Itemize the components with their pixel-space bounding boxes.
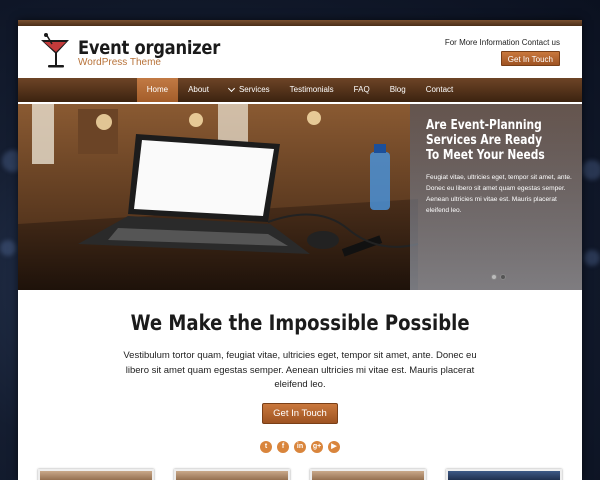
nav-item-faq[interactable]: FAQ xyxy=(344,78,380,102)
header-get-in-touch-button[interactable]: Get In Touch xyxy=(500,51,560,66)
hero-text: Vestibulum tortor quam, feugiat vitae, u… xyxy=(123,350,477,390)
slide-text: Feugiat vitae, ultricies eget, tempor si… xyxy=(426,174,572,214)
nav-item-testimonials[interactable]: Testimonials xyxy=(280,78,344,102)
slide-title: Are Event-Planning Services Are Ready To… xyxy=(426,118,545,163)
hero-title-text: We Make the Impossible Possible xyxy=(130,311,470,335)
nav-label: Testimonials xyxy=(289,85,334,94)
feature-thumbnail[interactable] xyxy=(38,469,154,480)
hero-slider[interactable]: Are Event-Planning Services Are Ready To… xyxy=(18,104,582,290)
cocktail-glass-icon[interactable] xyxy=(38,32,74,72)
nav-label: Blog xyxy=(389,85,406,94)
slider-dot-2[interactable] xyxy=(500,274,506,280)
nav-label: Contact xyxy=(425,85,454,94)
nav-item-services[interactable]: Services xyxy=(219,78,280,102)
site-subtitle: WordPress Theme xyxy=(78,57,161,68)
site-title[interactable]: Event organizer xyxy=(78,37,220,59)
slider-dot-1[interactable] xyxy=(491,274,497,280)
nav-label: Home xyxy=(146,85,169,94)
nav-item-contact[interactable]: Contact xyxy=(416,78,464,102)
nav-item-blog[interactable]: Blog xyxy=(380,78,416,102)
chevron-down-icon xyxy=(227,84,236,93)
feature-thumbnail[interactable] xyxy=(310,469,426,480)
facebook-icon[interactable]: f xyxy=(277,441,289,453)
feature-thumbnail[interactable] xyxy=(446,469,562,480)
nav-label: About xyxy=(188,85,209,94)
website-frame: Event organizer WordPress Theme For More… xyxy=(18,20,582,480)
slide-caption-panel: Are Event-Planning Services Are Ready To… xyxy=(410,104,582,290)
feature-thumbnails xyxy=(38,469,562,480)
hero-get-in-touch-button[interactable]: Get In Touch xyxy=(262,403,338,424)
nav-label: Services xyxy=(238,85,270,94)
nav-label: FAQ xyxy=(353,85,370,94)
google-plus-icon[interactable]: g+ xyxy=(311,441,323,453)
hero-title: We Make the Impossible Possible xyxy=(18,311,582,335)
nav-item-about[interactable]: About xyxy=(178,78,219,102)
slider-pagination xyxy=(491,274,506,280)
linkedin-icon[interactable]: in xyxy=(294,441,306,453)
feature-thumbnail[interactable] xyxy=(174,469,290,480)
nav-item-home[interactable]: Home xyxy=(136,78,179,102)
twitter-icon[interactable]: t xyxy=(260,441,272,453)
site-header: Event organizer WordPress Theme For More… xyxy=(18,26,582,78)
social-icons: t f in g+ ▶ xyxy=(18,441,582,453)
main-nav: Home About Services Testimonials FAQ Blo… xyxy=(18,78,582,102)
youtube-icon[interactable]: ▶ xyxy=(328,441,340,453)
contact-label: For More Information Contact us xyxy=(444,38,560,47)
